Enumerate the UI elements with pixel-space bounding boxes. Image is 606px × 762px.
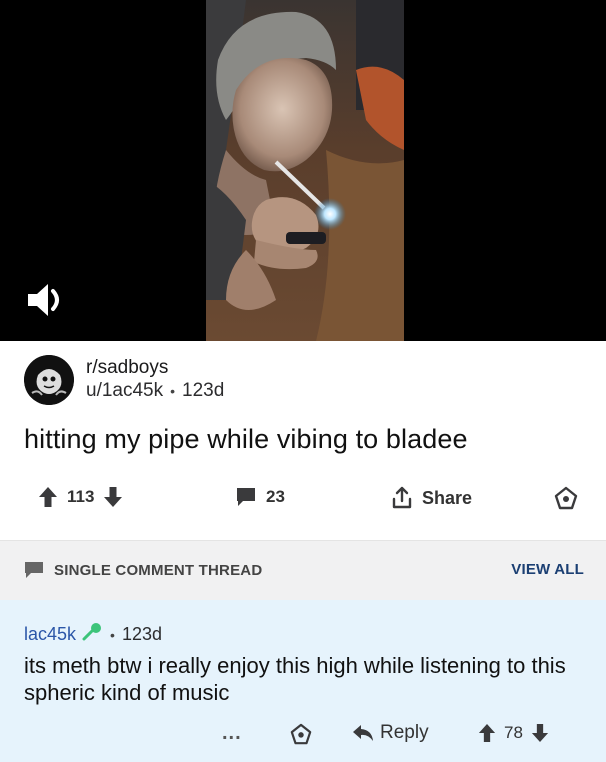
microphone-icon [81,622,103,647]
subreddit-avatar[interactable] [24,355,74,405]
comment-award-button[interactable] [290,723,312,750]
reply-arrow-icon [353,725,373,741]
award-icon [554,486,578,510]
thread-label: SINGLE COMMENT THREAD [54,561,263,579]
video-frame [206,0,404,341]
comments-count: 23 [266,487,285,506]
meta-separator: • [110,626,115,643]
comment-thread-bar: SINGLE COMMENT THREAD VIEW ALL [0,540,606,600]
share-button[interactable]: Share [390,486,472,510]
award-icon [290,723,312,745]
post-action-bar: 113 23 Share [0,482,606,522]
arrow-down-icon [531,724,549,742]
thread-label-group: SINGLE COMMENT THREAD [24,561,262,579]
post-vote-group: 113 [38,486,123,508]
arrow-up-icon [39,487,57,507]
more-options-button[interactable]: ... [222,722,242,745]
post-header: r/sadboys u/1ac45k • 123d [24,354,224,406]
comment: lac45k • 123d its meth btw i really enjo… [0,600,606,762]
meta-separator: • [170,383,176,399]
post-meta-line: u/1ac45k • 123d [86,379,224,403]
reply-button[interactable]: Reply [352,722,429,744]
comment-vote-group: 78 [478,723,549,743]
post-meta: r/sadboys u/1ac45k • 123d [86,357,224,403]
speech-bubble-icon [237,488,255,506]
downvote-button[interactable] [103,486,123,508]
share-icon [392,486,412,509]
post-author[interactable]: u/1ac45k [86,379,163,403]
post-title[interactable]: hitting my pipe while vibing to bladee [24,424,468,455]
comment-action-bar: ... Reply 78 [0,718,606,752]
post-score: 113 [67,487,95,506]
post-age: 123d [182,380,225,401]
comment-downvote-button[interactable] [531,723,549,743]
share-label: Share [422,487,473,508]
comment-meta: lac45k • 123d [24,622,162,647]
award-button[interactable] [554,486,578,515]
subreddit-link[interactable]: r/sadboys [86,357,224,379]
comment-age: 123d [121,624,162,644]
view-all-link[interactable]: VIEW ALL [511,561,584,578]
arrow-up-icon [478,724,496,742]
comment-body: its meth btw i really enjoy this high wh… [24,653,566,705]
arrow-down-icon [104,487,123,507]
mute-button[interactable] [22,276,70,324]
video-player[interactable] [0,0,606,341]
speaker-icon [28,284,59,316]
comment-author[interactable]: lac45k [24,624,76,645]
comment-score: 78 [504,723,523,742]
comments-button[interactable]: 23 [235,486,285,508]
upvote-button[interactable] [38,486,58,508]
speech-bubble-icon [25,562,43,578]
reply-label: Reply [380,722,429,743]
comment-upvote-button[interactable] [478,723,496,743]
